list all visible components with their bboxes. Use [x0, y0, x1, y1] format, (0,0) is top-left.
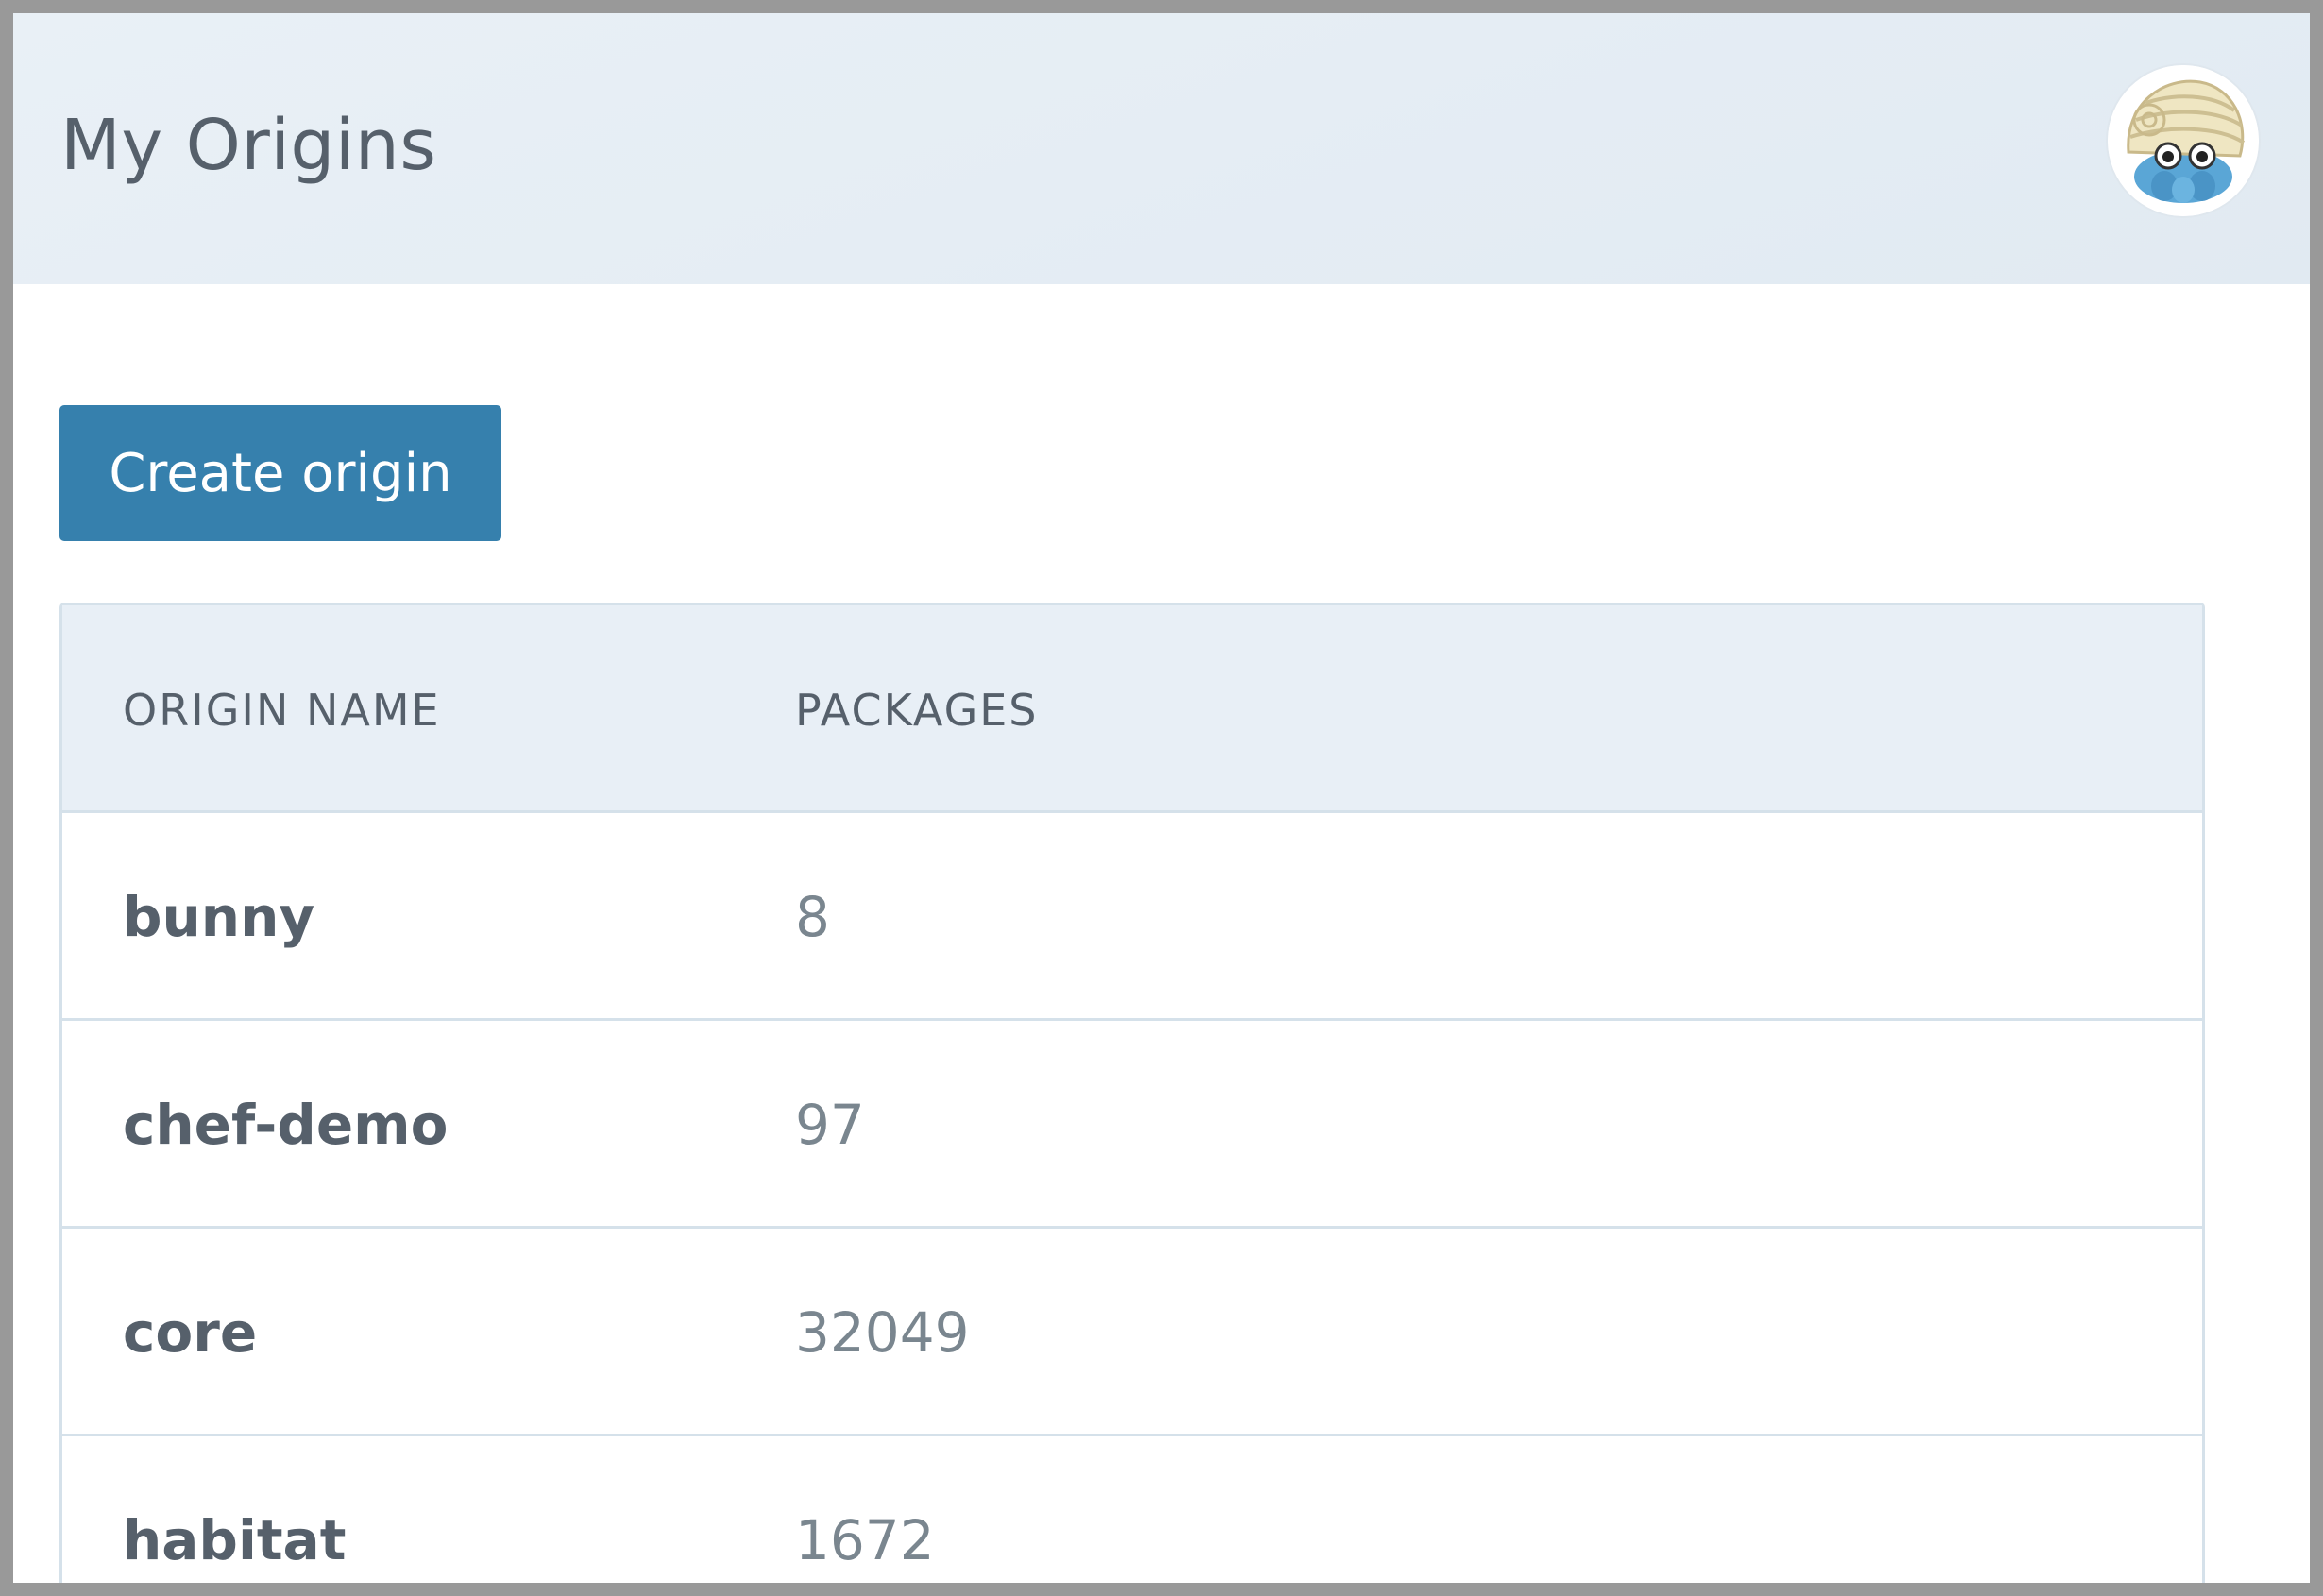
table-row[interactable]: habitat 1672	[62, 1436, 2202, 1583]
user-avatar[interactable]	[2108, 65, 2259, 216]
package-count: 1672	[795, 1508, 935, 1572]
package-count: 97	[795, 1093, 865, 1157]
package-count: 32049	[795, 1300, 970, 1365]
table-header: ORIGIN NAME PACKAGES	[62, 605, 2202, 813]
origin-name: chef-demo	[123, 1093, 449, 1157]
origin-name: core	[123, 1300, 258, 1365]
table-row[interactable]: bunny 8	[62, 813, 2202, 1021]
page-title: My Origins	[60, 105, 437, 186]
origins-table: ORIGIN NAME PACKAGES bunny 8 chef-demo 9…	[59, 603, 2205, 1583]
origin-name: bunny	[123, 885, 315, 949]
origin-name: habitat	[123, 1508, 347, 1572]
page-header: My Origins	[13, 13, 2310, 284]
package-count: 8	[795, 885, 830, 949]
app-frame: My Origins Create origin ORIGIN NAME PAC…	[0, 0, 2323, 1596]
column-header-packages: PACKAGES	[795, 685, 1039, 736]
table-row[interactable]: chef-demo 97	[62, 1021, 2202, 1229]
create-origin-button[interactable]: Create origin	[59, 405, 501, 541]
omanyte-avatar-icon	[2108, 65, 2259, 216]
table-row[interactable]: core 32049	[62, 1229, 2202, 1436]
column-header-origin-name: ORIGIN NAME	[123, 685, 441, 736]
